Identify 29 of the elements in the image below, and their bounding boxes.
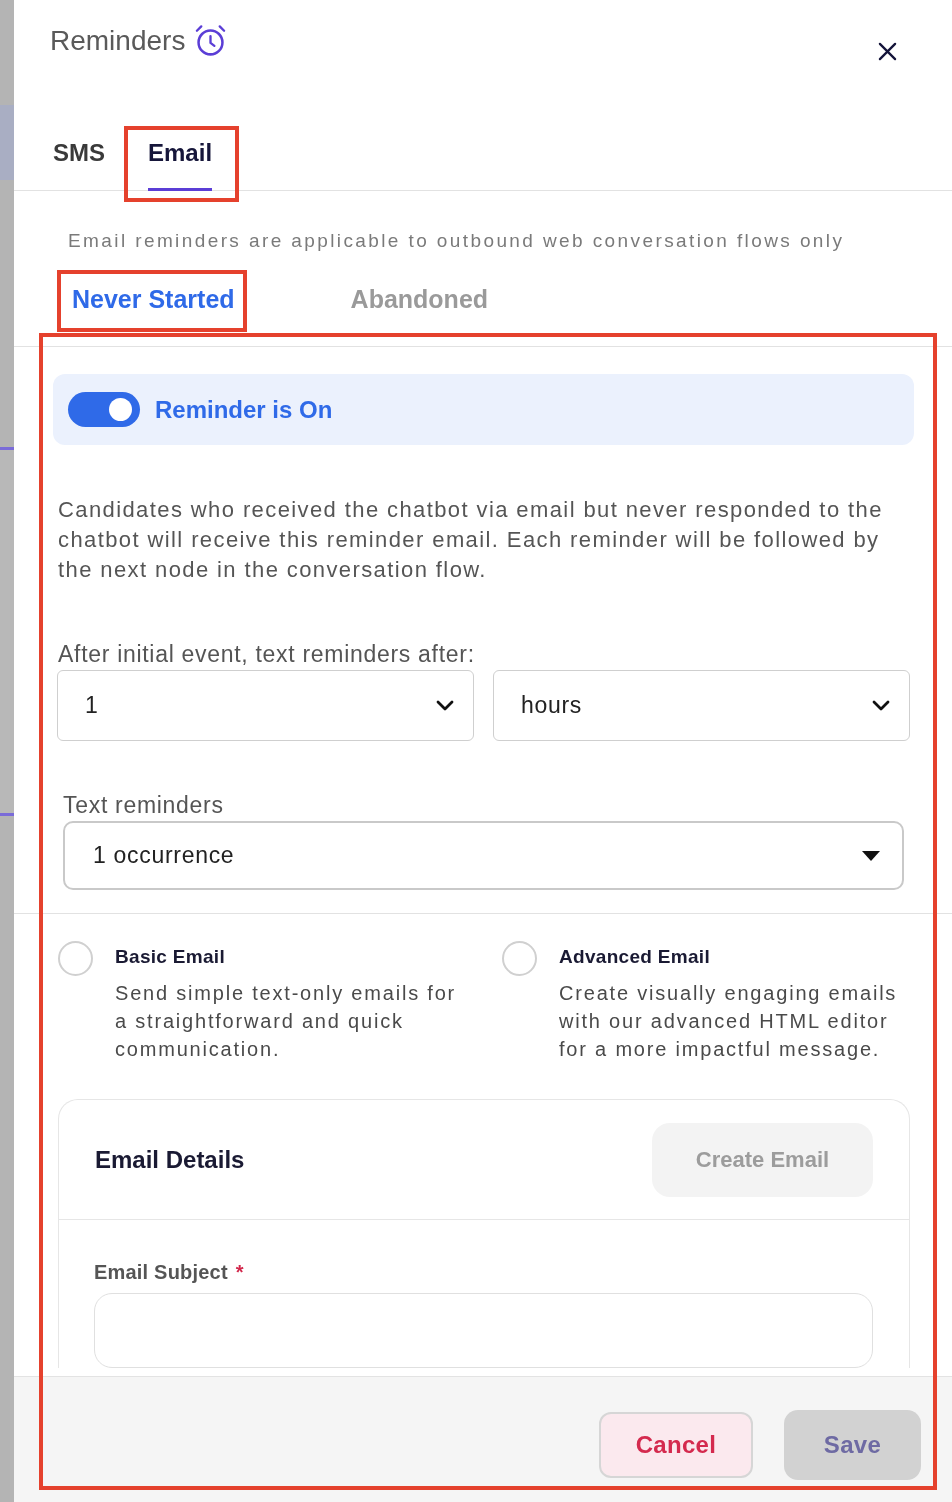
cancel-button[interactable]: Cancel: [599, 1411, 753, 1478]
caret-down-icon: [862, 850, 880, 861]
chevron-down-icon: [436, 700, 454, 711]
channel-tab[interactable]: Email: [148, 139, 213, 191]
amount-dropdown[interactable]: 1: [57, 670, 474, 741]
option-description: Send simple text-only emails for a straightforward and quick communication.: [115, 981, 458, 1062]
option-title: Basic Email: [115, 945, 226, 969]
required-asterisk: *: [235, 1260, 244, 1285]
subject-input[interactable]: [94, 1293, 873, 1368]
unit-dropdown[interactable]: hours: [493, 670, 910, 741]
option-title: Advanced Email: [559, 945, 711, 969]
alarm-clock-icon: [194, 24, 228, 57]
occurrences-dropdown[interactable]: 1 occurrence: [63, 821, 904, 890]
description-text: Candidates who received the chatbot via email but never responded to the chatbot will receive this reminder email. Each reminder will be followed by the next node in the conversation flow.: [58, 496, 884, 584]
radio-button[interactable]: [58, 941, 93, 976]
toggle-switch[interactable]: [68, 392, 140, 427]
dialog-title: Reminders: [50, 24, 186, 57]
radio-button[interactable]: [502, 941, 537, 976]
occurrences-label: Text reminders: [63, 791, 225, 820]
channel-tab[interactable]: SMS: [53, 139, 105, 191]
toggle-label: Reminder is On: [155, 395, 333, 424]
close-icon[interactable]: [878, 42, 897, 61]
card-title: Email Details: [95, 1145, 245, 1174]
option-description: Create visually engaging emails with our advanced HTML editor for a more impactful message.: [559, 981, 899, 1062]
field-label: Email Subject: [94, 1260, 228, 1285]
trigger-tab[interactable]: Never Started: [72, 284, 235, 314]
info-note: Email reminders are applicable to outbound web conversation flows only: [68, 229, 846, 253]
delay-label: After initial event, text reminders after:: [58, 640, 476, 669]
chevron-down-icon: [872, 700, 890, 711]
